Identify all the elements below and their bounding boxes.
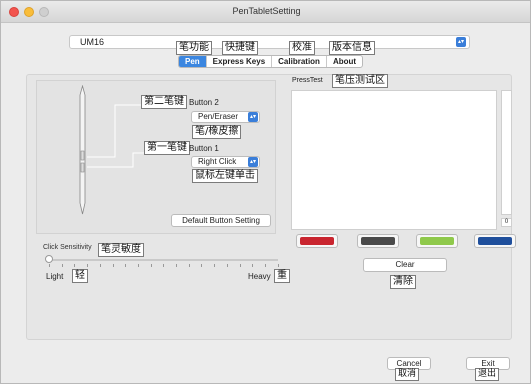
slider-tick bbox=[188, 264, 190, 267]
annotation-button2-value: 笔/橡皮擦 bbox=[192, 125, 242, 139]
clear-button[interactable]: Clear bbox=[363, 258, 447, 272]
pressure-value: 0 bbox=[501, 218, 512, 227]
slider-tick bbox=[277, 264, 279, 267]
slider-tick bbox=[163, 264, 165, 267]
heavy-label: Heavy bbox=[248, 272, 271, 281]
pressure-level-bar bbox=[501, 90, 512, 215]
chevron-updown-icon: ▴▾ bbox=[248, 157, 258, 167]
slider-tick bbox=[74, 264, 76, 267]
title-bar: PenTabletSetting bbox=[1, 1, 530, 23]
annotation-button2: 第二笔键 bbox=[141, 95, 187, 109]
annotation-heavy: 重 bbox=[274, 269, 290, 283]
slider-tick bbox=[112, 264, 114, 267]
slider-tick bbox=[201, 264, 203, 267]
color-swatch bbox=[361, 237, 395, 245]
annotation-exit: 退出 bbox=[475, 368, 500, 381]
slider-tick bbox=[264, 264, 266, 267]
annotation-tab-express: 快捷键 bbox=[222, 41, 258, 55]
default-button-setting-button[interactable]: Default Button Setting bbox=[171, 214, 271, 227]
light-label: Light bbox=[46, 272, 64, 281]
slider-tick bbox=[176, 264, 177, 267]
annotation-tab-pen: 笔功能 bbox=[176, 41, 212, 55]
slider-tick bbox=[226, 264, 228, 267]
tab-express-keys[interactable]: Express Keys bbox=[207, 56, 273, 67]
tab-bar: Pen Express Keys Calibration About bbox=[178, 55, 364, 68]
button2-select[interactable]: Pen/Eraser ▴▾ bbox=[191, 111, 260, 123]
slider-tick bbox=[125, 264, 127, 267]
tab-about[interactable]: About bbox=[327, 56, 362, 67]
slider-tick bbox=[61, 264, 63, 267]
button1-select-value: Right Click bbox=[198, 157, 237, 166]
button2-label: Button 2 bbox=[189, 98, 219, 107]
button2-select-value: Pen/Eraser bbox=[198, 112, 239, 121]
annotation-sensitivity: 笔灵敏度 bbox=[98, 243, 144, 257]
annotation-button1: 第一笔键 bbox=[144, 141, 190, 155]
slider-tick bbox=[214, 264, 216, 267]
slider-tick bbox=[87, 264, 89, 267]
main-window: PenTabletSetting UM16 ▴▾ 笔功能 快捷键 校准 版本信息… bbox=[0, 0, 531, 384]
device-select-value: UM16 bbox=[80, 37, 105, 47]
tab-pen[interactable]: Pen bbox=[179, 56, 207, 67]
chevron-updown-icon: ▴▾ bbox=[248, 112, 258, 122]
annotation-tab-calibration: 校准 bbox=[289, 41, 315, 55]
chevron-updown-icon: ▴▾ bbox=[456, 37, 466, 47]
sensitivity-slider-knob[interactable] bbox=[45, 255, 53, 263]
slider-tick bbox=[239, 264, 241, 267]
window-title: PenTabletSetting bbox=[232, 6, 301, 16]
slider-tick bbox=[150, 264, 152, 267]
color-blue-button[interactable] bbox=[474, 234, 516, 248]
annotation-tab-about: 版本信息 bbox=[329, 41, 375, 55]
annotation-cancel: 取消 bbox=[395, 368, 420, 381]
annotation-button1-value: 鼠标左键单击 bbox=[192, 169, 258, 183]
slider-tick bbox=[137, 264, 139, 267]
annotation-light: 轻 bbox=[72, 269, 88, 283]
sensitivity-slider-track[interactable] bbox=[48, 259, 278, 261]
tab-calibration[interactable]: Calibration bbox=[272, 56, 327, 67]
color-swatch bbox=[300, 237, 334, 245]
slider-tick bbox=[252, 264, 254, 267]
device-select[interactable]: UM16 ▴▾ bbox=[69, 35, 470, 49]
color-swatch bbox=[420, 237, 454, 245]
click-sensitivity-label: Click Sensitivity bbox=[43, 244, 92, 251]
color-swatch bbox=[478, 237, 512, 245]
annotation-clear: 清除 bbox=[390, 275, 416, 289]
color-dark-gray-button[interactable] bbox=[357, 234, 399, 248]
button1-label: Button 1 bbox=[189, 144, 219, 153]
annotation-press-test: 笔压测试区 bbox=[332, 74, 388, 88]
press-test-label: PressTest bbox=[292, 77, 323, 84]
slider-tick bbox=[49, 264, 50, 267]
slider-tick bbox=[99, 264, 101, 267]
color-green-button[interactable] bbox=[416, 234, 458, 248]
press-test-canvas[interactable] bbox=[291, 90, 497, 230]
color-red-button[interactable] bbox=[296, 234, 338, 248]
button1-select[interactable]: Right Click ▴▾ bbox=[191, 156, 260, 168]
